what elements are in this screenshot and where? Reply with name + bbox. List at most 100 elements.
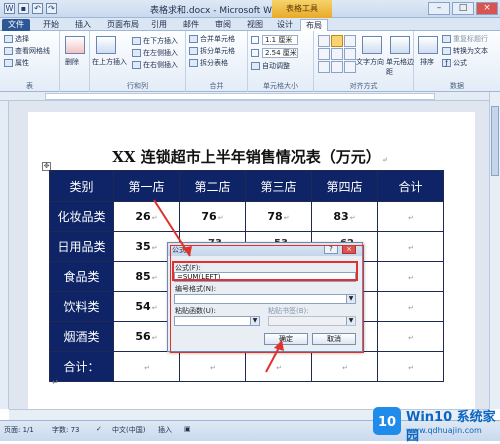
data-cell[interactable]: ↵ bbox=[113, 351, 180, 382]
scrollbar-thumb[interactable] bbox=[491, 106, 499, 176]
data-cell[interactable]: ↵ bbox=[179, 351, 246, 382]
quick-access-toolbar: W ▪ ↶ ↷ bbox=[4, 3, 57, 14]
align-top-right-button[interactable] bbox=[344, 35, 356, 47]
data-cell[interactable]: ↵ bbox=[377, 321, 444, 352]
ruler-text-area bbox=[45, 93, 435, 100]
data-cell[interactable]: 83↵ bbox=[311, 201, 378, 232]
category-cell[interactable]: 烟酒类 bbox=[49, 321, 114, 352]
sort-label[interactable]: 排序 bbox=[420, 57, 434, 67]
text-direction-label[interactable]: 文字方向 bbox=[356, 57, 384, 67]
header-cell[interactable]: 合计 bbox=[377, 170, 444, 202]
tab-page-layout[interactable]: 页面布局 bbox=[102, 19, 144, 31]
align-bottom-center-button[interactable] bbox=[331, 61, 343, 73]
tab-view[interactable]: 视图 bbox=[242, 19, 268, 31]
category-cell[interactable]: 食品类 bbox=[49, 261, 114, 292]
insert-above-label[interactable]: 在上方插入 bbox=[92, 57, 127, 67]
header-cell[interactable]: 第四店 bbox=[311, 170, 378, 202]
spelling-icon[interactable]: ✓ bbox=[96, 425, 102, 433]
text-direction-icon[interactable] bbox=[362, 36, 382, 54]
repeat-header-label: 重复标题行 bbox=[453, 35, 488, 43]
align-bottom-right-button[interactable] bbox=[344, 61, 356, 73]
vertical-scrollbar[interactable] bbox=[489, 92, 500, 409]
redo-icon[interactable]: ↷ bbox=[46, 3, 57, 14]
header-cell[interactable]: 第三店 bbox=[245, 170, 312, 202]
macro-icon[interactable]: ▣ bbox=[184, 425, 191, 433]
minimize-button[interactable]: – bbox=[428, 2, 450, 15]
tab-insert[interactable]: 插入 bbox=[70, 19, 96, 31]
tab-mailings[interactable]: 邮件 bbox=[178, 19, 204, 31]
align-center-button[interactable] bbox=[331, 48, 343, 60]
merge-cells-label: 合并单元格 bbox=[200, 35, 235, 43]
insert-below-button[interactable]: 在下方插入 bbox=[132, 36, 178, 46]
cell-value: 83 bbox=[333, 210, 349, 223]
align-top-left-button[interactable] bbox=[318, 35, 330, 47]
data-cell[interactable]: 78↵ bbox=[245, 201, 312, 232]
delete-icon[interactable] bbox=[65, 36, 85, 54]
align-center-left-button[interactable] bbox=[318, 48, 330, 60]
tab-design[interactable]: 设计 bbox=[272, 19, 298, 31]
insert-right-button[interactable]: 在右侧插入 bbox=[132, 60, 178, 70]
group-cell-size: 1.1 厘米 2.54 厘米 自动调整 单元格大小 bbox=[248, 31, 314, 92]
pointer-arrow-icon bbox=[153, 199, 192, 257]
alignment-grid bbox=[318, 35, 356, 73]
insert-left-button[interactable]: 在左侧插入 bbox=[132, 48, 178, 58]
cell-margins-label[interactable]: 单元格边距 bbox=[386, 57, 414, 77]
cell-value: 76 bbox=[201, 210, 217, 223]
tab-layout[interactable]: 布局 bbox=[300, 19, 328, 31]
insert-above-icon[interactable] bbox=[96, 36, 116, 54]
split-cells-button[interactable]: 拆分单元格 bbox=[189, 46, 235, 56]
category-cell[interactable]: 饮料类 bbox=[49, 291, 114, 322]
header-cell[interactable]: 类别 bbox=[49, 170, 114, 202]
data-cell[interactable]: ↵ bbox=[377, 231, 444, 262]
view-gridlines-button[interactable]: 查看网格线 bbox=[4, 46, 50, 56]
autofit-button[interactable]: 自动调整 bbox=[251, 61, 290, 71]
data-cell[interactable]: ↵ bbox=[311, 351, 378, 382]
language-indicator[interactable]: 中文(中国) bbox=[112, 425, 145, 435]
merge-cells-button[interactable]: 合并单元格 bbox=[189, 34, 235, 44]
insert-mode[interactable]: 插入 bbox=[158, 425, 172, 435]
table-header-row: 类别 第一店 第二店 第三店 第四店 合计 bbox=[49, 170, 444, 202]
undo-icon[interactable]: ↶ bbox=[32, 3, 43, 14]
group-delete: 删除 bbox=[60, 31, 90, 92]
properties-button[interactable]: 属性 bbox=[4, 58, 29, 68]
maximize-button[interactable]: □ bbox=[452, 2, 474, 15]
formula-button[interactable]: ƒ 公式 bbox=[442, 58, 467, 68]
category-cell[interactable]: 化妆品类 bbox=[49, 201, 114, 232]
word-app-icon[interactable]: W bbox=[4, 3, 15, 14]
paragraph-mark: ↵ bbox=[52, 378, 59, 387]
convert-text-button[interactable]: 转换为文本 bbox=[442, 46, 488, 56]
insert-left-label: 在左侧插入 bbox=[143, 49, 178, 57]
page-indicator[interactable]: 页面: 1/1 bbox=[4, 425, 34, 435]
tab-references[interactable]: 引用 bbox=[146, 19, 172, 31]
word-count[interactable]: 字数: 73 bbox=[52, 425, 80, 435]
document-title-text: XX 连锁超市上半年销售情况表（万元） bbox=[112, 148, 381, 166]
data-cell[interactable]: ↵ bbox=[377, 261, 444, 292]
tab-review[interactable]: 审阅 bbox=[210, 19, 236, 31]
column-width-input[interactable]: 2.54 厘米 bbox=[262, 48, 298, 58]
data-cell[interactable]: ↵ bbox=[377, 201, 444, 232]
split-table-button[interactable]: 拆分表格 bbox=[189, 58, 228, 68]
tab-file[interactable]: 文件 bbox=[2, 19, 30, 31]
horizontal-ruler[interactable] bbox=[0, 92, 500, 101]
align-top-center-button[interactable] bbox=[331, 35, 343, 47]
data-cell[interactable]: ↵ bbox=[377, 291, 444, 322]
autofit-label: 自动调整 bbox=[262, 62, 290, 70]
convert-text-label: 转换为文本 bbox=[453, 47, 488, 55]
align-center-right-button[interactable] bbox=[344, 48, 356, 60]
category-cell[interactable]: 合计： bbox=[49, 351, 114, 382]
vertical-ruler[interactable] bbox=[0, 101, 9, 409]
data-cell[interactable]: ↵ bbox=[377, 351, 444, 382]
cell-value: 54 bbox=[135, 300, 151, 313]
close-window-button[interactable]: × bbox=[476, 2, 498, 15]
save-icon[interactable]: ▪ bbox=[18, 3, 29, 14]
cell-margins-icon[interactable] bbox=[390, 36, 410, 54]
window-title: 表格求和.docx - Microsoft Word bbox=[150, 6, 287, 16]
sort-icon[interactable] bbox=[418, 36, 438, 54]
tab-home[interactable]: 开始 bbox=[38, 19, 64, 31]
align-bottom-left-button[interactable] bbox=[318, 61, 330, 73]
delete-label[interactable]: 删除 bbox=[65, 57, 79, 67]
row-height-input[interactable]: 1.1 厘米 bbox=[262, 35, 298, 45]
repeat-header-button[interactable]: 重复标题行 bbox=[442, 34, 488, 44]
select-button[interactable]: 选择 bbox=[4, 34, 29, 44]
category-cell[interactable]: 日用品类 bbox=[49, 231, 114, 262]
